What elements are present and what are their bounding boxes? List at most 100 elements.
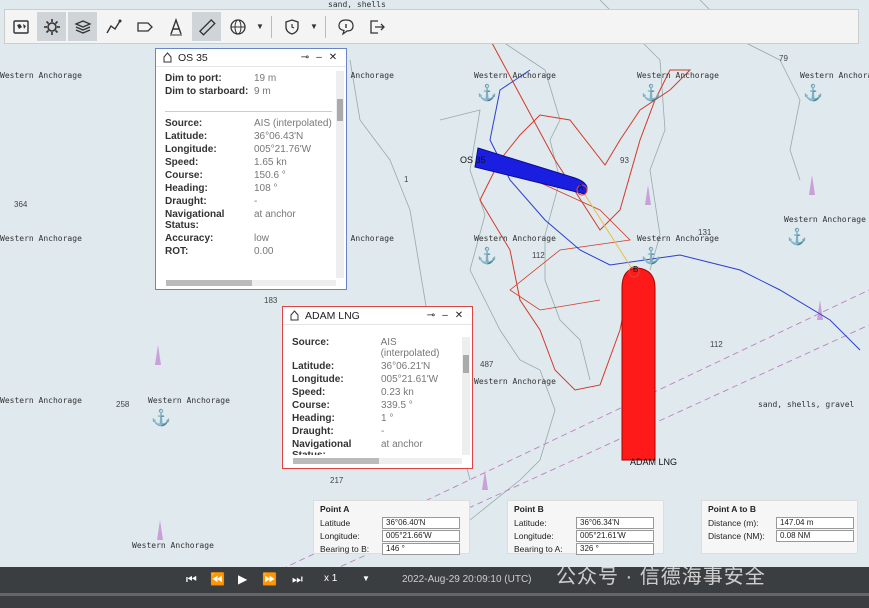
- info-row: ROT: 0.00: [165, 246, 332, 257]
- popup-title: ADAM LNG: [305, 309, 360, 322]
- point-b-label: B: [633, 265, 639, 274]
- latitude-field[interactable]: 36°06.34'N: [576, 517, 654, 529]
- depth-label: 79: [779, 54, 788, 63]
- row-value: 0.23 kn: [381, 387, 414, 398]
- adam-lng-ship[interactable]: [621, 267, 656, 461]
- panel-title: Point A to B: [708, 504, 756, 514]
- row-key: Longitude:: [165, 144, 217, 155]
- row-key: Course:: [165, 170, 203, 181]
- field-label: Distance (NM):: [708, 531, 765, 541]
- rewind-button[interactable]: ⏪: [210, 572, 225, 586]
- popup-content: Dim to port: 19 m Dim to starboard: 9 m So…: [165, 73, 332, 278]
- anchorage-label: Western Anchorage: [0, 396, 82, 405]
- close-button[interactable]: ✕: [452, 310, 466, 321]
- tag-icon: [136, 21, 153, 32]
- depth-label: 487: [480, 360, 494, 369]
- anchorage-label: Western Anchorage: [800, 71, 869, 80]
- row-value: low: [254, 233, 270, 244]
- close-button[interactable]: ✕: [326, 52, 340, 63]
- pin-button[interactable]: ⊸: [298, 52, 312, 63]
- row-key: Source:: [292, 337, 330, 348]
- speed-dropdown-caret[interactable]: ▼: [362, 574, 370, 583]
- history-button[interactable]: [277, 12, 306, 41]
- settings-button[interactable]: [37, 12, 66, 41]
- globe-button[interactable]: [223, 12, 252, 41]
- history-shield-icon: [284, 18, 299, 35]
- row-key: Latitude:: [292, 361, 335, 372]
- longitude-field[interactable]: 005°21.61'W: [576, 530, 654, 542]
- ship-icon: [163, 52, 172, 63]
- fast-forward-button[interactable]: ⏩: [262, 572, 277, 586]
- bearing-field[interactable]: 146 °: [382, 543, 460, 555]
- toolbar-divider: [271, 15, 272, 38]
- row-key: Latitude:: [165, 131, 208, 142]
- anchor-icon: ⚓: [641, 248, 661, 265]
- row-value: 150.6 °: [254, 170, 286, 181]
- distance-nm-field[interactable]: 0.08 NM: [776, 530, 854, 542]
- horizontal-scrollbar[interactable]: [166, 280, 336, 286]
- bearing-field[interactable]: 326 °: [576, 543, 654, 555]
- minimize-button[interactable]: –: [438, 310, 452, 321]
- world-map-button[interactable]: [6, 12, 35, 41]
- popup-content: Source: AIS (interpolated) Latitude: 36°06…: [292, 337, 458, 455]
- row-value: -: [381, 426, 385, 437]
- exit-button[interactable]: [362, 12, 391, 41]
- row-key: Accuracy:: [165, 233, 214, 244]
- skip-end-button[interactable]: ⏭: [292, 572, 303, 587]
- row-value: AIS (interpolated): [254, 118, 332, 129]
- popup-header[interactable]: ADAM LNG ⊸ – ✕: [283, 307, 472, 325]
- adam-lng-info-popup: ADAM LNG ⊸ – ✕ Source: AIS (interpolated)…: [282, 306, 473, 469]
- point-a-label: A: [578, 183, 584, 192]
- info-row: Accuracy: low: [165, 233, 332, 244]
- row-key: Dim to port:: [165, 73, 222, 84]
- info-row: Dim to starboard: 9 m: [165, 86, 332, 97]
- play-button[interactable]: ▶: [238, 572, 247, 586]
- popup-header[interactable]: OS 35 ⊸ – ✕: [156, 49, 346, 67]
- history-dropdown-caret[interactable]: ▼: [307, 12, 321, 41]
- longitude-field[interactable]: 005°21.66'W: [382, 530, 460, 542]
- minimize-button[interactable]: –: [312, 52, 326, 63]
- anchorage-label: Western Anchorage: [0, 234, 82, 243]
- anchor-icon: ⚓: [641, 85, 661, 102]
- row-key: Course:: [292, 400, 330, 411]
- toolbar-divider: [325, 15, 326, 38]
- skip-start-button[interactable]: ⏮: [186, 572, 197, 587]
- pin-button[interactable]: ⊸: [424, 310, 438, 321]
- tag-button[interactable]: [130, 12, 159, 41]
- field-label: Latitude: [320, 518, 351, 528]
- distance-m-field[interactable]: 147.04 m: [776, 517, 854, 529]
- anchorage-label: Western Anchorage: [474, 71, 556, 80]
- text-button[interactable]: [161, 12, 190, 41]
- globe-dropdown-caret[interactable]: ▼: [253, 12, 267, 41]
- bearing-row: Bearing to A: 326 °: [514, 543, 663, 555]
- vertical-scrollbar[interactable]: [462, 337, 470, 455]
- row-value: 36°06.21'N: [381, 361, 431, 372]
- globe-icon: [229, 18, 246, 35]
- speed-select[interactable]: x 1: [324, 573, 337, 584]
- info-button[interactable]: [331, 12, 360, 41]
- row-value: 005°21.61'W: [381, 374, 439, 385]
- row-key: Navigational Status:: [165, 209, 225, 231]
- row-key: Speed:: [292, 387, 326, 398]
- horizontal-scrollbar[interactable]: [293, 458, 462, 464]
- row-value: 9 m: [254, 86, 271, 97]
- depth-label: 1: [404, 175, 409, 184]
- layers-button[interactable]: [68, 12, 97, 41]
- panel-title: Point A: [320, 504, 350, 514]
- ruler-button[interactable]: [192, 12, 221, 41]
- longitude-row: Longitude: 005°21.66'W: [320, 530, 469, 542]
- map-toolbar: ▼ ▼: [4, 9, 859, 44]
- latitude-row: Latitude: 36°06.34'N: [514, 517, 663, 529]
- info-row: Longitude: 005°21.76'W: [165, 144, 332, 155]
- longitude-row: Longitude: 005°21.61'W: [514, 530, 663, 542]
- info-row: Navigational Status: at anchor: [292, 439, 458, 455]
- row-value: 1 °: [381, 413, 394, 424]
- anchorage-label: Western Anchorage: [474, 377, 556, 386]
- route-button[interactable]: [99, 12, 128, 41]
- latitude-field[interactable]: 36°06.40'N: [382, 517, 460, 529]
- timeline-slider[interactable]: [0, 593, 869, 596]
- os35-ship[interactable]: [474, 147, 588, 195]
- field-label: Longitude:: [320, 531, 360, 541]
- vertical-scrollbar[interactable]: [336, 71, 344, 278]
- latitude-row: Latitude 36°06.40'N: [320, 517, 469, 529]
